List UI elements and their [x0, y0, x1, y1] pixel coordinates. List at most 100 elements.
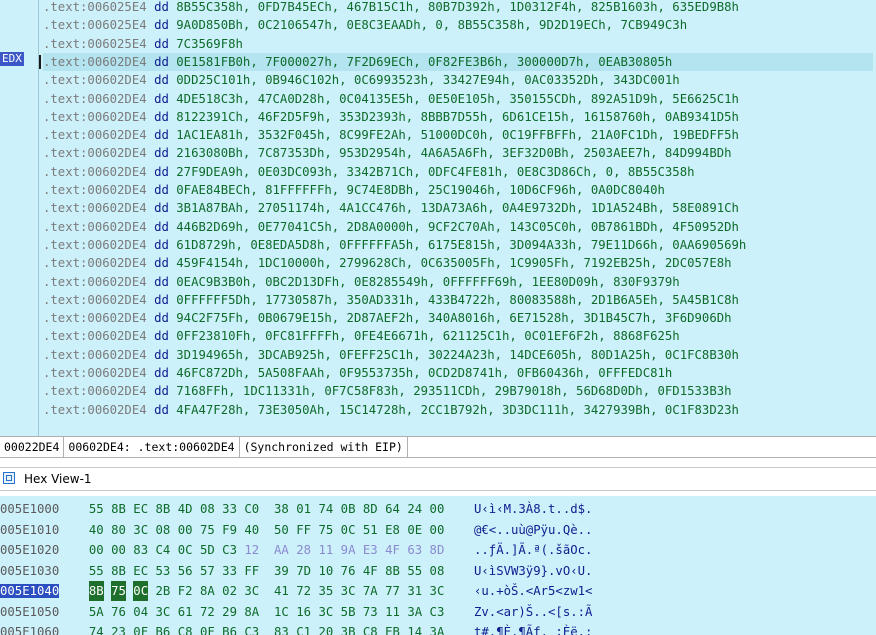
- hex-byte[interactable]: 72: [200, 602, 215, 622]
- hex-byte[interactable]: 73: [363, 602, 378, 622]
- hex-byte[interactable]: 10: [318, 561, 333, 581]
- hex-byte[interactable]: 75: [111, 581, 126, 601]
- disasm-line[interactable]: .text:00602DE4 dd 459F4154h, 1DC10000h, …: [43, 254, 873, 272]
- disasm-line[interactable]: .text:00602DE4 dd 3D194965h, 3DCAB925h, …: [43, 346, 873, 364]
- hex-row-ascii[interactable]: U‹ìSVW3ÿ9}.vO‹U.: [474, 564, 592, 578]
- disasm-line[interactable]: .text:00602DE4 dd 0FF23810Fh, 0FC81FFFFh…: [43, 327, 873, 345]
- hex-byte[interactable]: AA: [274, 540, 289, 560]
- hex-byte[interactable]: 8D: [363, 499, 378, 519]
- hex-byte[interactable]: EC: [133, 561, 148, 581]
- hex-byte[interactable]: 74: [318, 499, 333, 519]
- hex-byte[interactable]: 20: [318, 622, 333, 635]
- hex-row[interactable]: 005E1060 74 23 0F B6 C8 0F B6 C3 83 C1 2…: [0, 622, 592, 635]
- hex-byte[interactable]: 1C: [274, 602, 289, 622]
- hex-byte[interactable]: 3C: [430, 581, 445, 601]
- disasm-line[interactable]: .text:00602DE4 dd 0DD25C101h, 0B946C102h…: [43, 71, 873, 89]
- hex-byte[interactable]: 8B: [111, 499, 126, 519]
- disasm-line[interactable]: .text:00602DE4 dd 4DE518C3h, 47CA0D28h, …: [43, 90, 873, 108]
- hex-byte[interactable]: 8B: [88, 581, 104, 601]
- hex-view[interactable]: 005E1000 55 8B EC 8B 4D 08 33 C0 38 01 7…: [0, 496, 876, 635]
- hex-byte[interactable]: C3: [244, 622, 259, 635]
- hex-byte[interactable]: 39: [274, 561, 289, 581]
- disasm-line[interactable]: .text:006025E4 dd 9A0D850Bh, 0C2106547h,…: [43, 16, 873, 34]
- hex-byte[interactable]: 83: [274, 622, 289, 635]
- hex-byte[interactable]: 5D: [200, 540, 215, 560]
- disasm-line[interactable]: .text:00602DE4 dd 94C2F75Fh, 0B0679E15h,…: [43, 309, 873, 327]
- hex-byte[interactable]: 74: [89, 622, 104, 635]
- hex-byte[interactable]: 08: [200, 499, 215, 519]
- hex-byte[interactable]: 04: [133, 602, 148, 622]
- disasm-line[interactable]: .text:00602DE4 dd 446B2D69h, 0E77041C5h,…: [43, 218, 873, 236]
- hex-byte[interactable]: 11: [318, 540, 333, 560]
- hex-byte[interactable]: 11: [385, 602, 400, 622]
- hex-byte[interactable]: 14: [407, 622, 422, 635]
- hex-byte[interactable]: 28: [296, 540, 311, 560]
- hex-byte[interactable]: 00: [89, 540, 104, 560]
- hex-byte[interactable]: 7A: [363, 581, 378, 601]
- hex-byte[interactable]: 55: [89, 499, 104, 519]
- hex-byte[interactable]: 55: [89, 561, 104, 581]
- hex-row[interactable]: 005E1000 55 8B EC 8B 4D 08 33 C0 38 01 7…: [0, 499, 592, 519]
- hex-byte[interactable]: 24: [407, 499, 422, 519]
- hex-view-titlebar[interactable]: Hex View-1: [0, 467, 876, 491]
- hex-byte[interactable]: F9: [222, 520, 237, 540]
- hex-byte[interactable]: 40: [244, 520, 259, 540]
- hex-byte[interactable]: 5B: [341, 602, 356, 622]
- hex-byte[interactable]: 56: [178, 561, 193, 581]
- hex-byte[interactable]: C0: [244, 499, 259, 519]
- hex-byte[interactable]: 2B: [156, 581, 171, 601]
- hex-byte[interactable]: 00: [430, 499, 445, 519]
- hex-byte[interactable]: 8B: [385, 561, 400, 581]
- hex-byte[interactable]: 31: [407, 581, 422, 601]
- hex-byte[interactable]: C8: [363, 622, 378, 635]
- hex-byte[interactable]: 41: [274, 581, 289, 601]
- hex-byte[interactable]: 02: [222, 581, 237, 601]
- hex-row-ascii[interactable]: @€<..uù@Pÿu.Qè..: [474, 523, 592, 537]
- disasm-line[interactable]: .text:00602DE4 dd 3B1A87BAh, 27051174h, …: [43, 199, 873, 217]
- hex-byte[interactable]: 3C: [244, 581, 259, 601]
- hex-byte[interactable]: 64: [385, 499, 400, 519]
- hex-byte[interactable]: 00: [111, 540, 126, 560]
- hex-row-ascii[interactable]: ‹u.+òŠ.<Ar5<zw1<: [474, 584, 592, 598]
- hex-byte[interactable]: 35: [318, 581, 333, 601]
- disasm-line[interactable]: .text:00602DE4 dd 0EAC9B3B0h, 0BC2D13DFh…: [43, 273, 873, 291]
- hex-byte[interactable]: B6: [156, 622, 171, 635]
- hex-byte[interactable]: 3C: [156, 602, 171, 622]
- hex-byte[interactable]: 4F: [363, 561, 378, 581]
- hex-byte[interactable]: 0E: [407, 520, 422, 540]
- hex-byte[interactable]: E8: [385, 520, 400, 540]
- hex-byte[interactable]: 76: [341, 561, 356, 581]
- disasm-line[interactable]: .text:00602DE4 dd 8122391Ch, 46F2D5F9h, …: [43, 108, 873, 126]
- hex-byte[interactable]: C3: [222, 540, 237, 560]
- hex-byte[interactable]: 9A: [341, 540, 356, 560]
- hex-byte[interactable]: 16: [296, 602, 311, 622]
- hex-byte[interactable]: C3: [430, 602, 445, 622]
- hex-byte[interactable]: FF: [244, 561, 259, 581]
- hex-byte[interactable]: 38: [274, 499, 289, 519]
- hex-byte[interactable]: 8D: [430, 540, 445, 560]
- hex-byte[interactable]: 12: [244, 540, 259, 560]
- hex-row[interactable]: 005E1030 55 8B EC 53 56 57 33 FF 39 7D 1…: [0, 561, 592, 581]
- disasm-line[interactable]: .text:00602DE4 dd 4FA47F28h, 73E3050Ah, …: [43, 401, 873, 419]
- disasm-line[interactable]: .text:006025E4 dd 7C3569F8h: [43, 35, 873, 53]
- hex-byte[interactable]: C1: [296, 622, 311, 635]
- hex-byte[interactable]: 8B: [111, 561, 126, 581]
- hex-byte[interactable]: C8: [178, 622, 193, 635]
- hex-byte[interactable]: 00: [430, 520, 445, 540]
- hex-byte[interactable]: 33: [222, 499, 237, 519]
- hex-byte[interactable]: 55: [407, 561, 422, 581]
- hex-byte[interactable]: F2: [178, 581, 193, 601]
- hex-byte[interactable]: 0C: [133, 581, 149, 601]
- disasm-line[interactable]: .text:00602DE4 dd 7168FFh, 1DC11331h, 0F…: [43, 382, 873, 400]
- hex-byte[interactable]: 57: [200, 561, 215, 581]
- hex-byte[interactable]: 75: [318, 520, 333, 540]
- hex-byte[interactable]: 5A: [89, 602, 104, 622]
- hex-byte[interactable]: 51: [363, 520, 378, 540]
- hex-byte[interactable]: E3: [363, 540, 378, 560]
- hex-byte[interactable]: 23: [111, 622, 126, 635]
- disasm-line[interactable]: .text:00602DE4 dd 0FAE84BECh, 81FFFFFFh,…: [43, 181, 873, 199]
- hex-byte[interactable]: EC: [133, 499, 148, 519]
- hex-byte[interactable]: 3B: [341, 622, 356, 635]
- hex-byte[interactable]: 3C: [318, 602, 333, 622]
- hex-byte[interactable]: 3A: [407, 602, 422, 622]
